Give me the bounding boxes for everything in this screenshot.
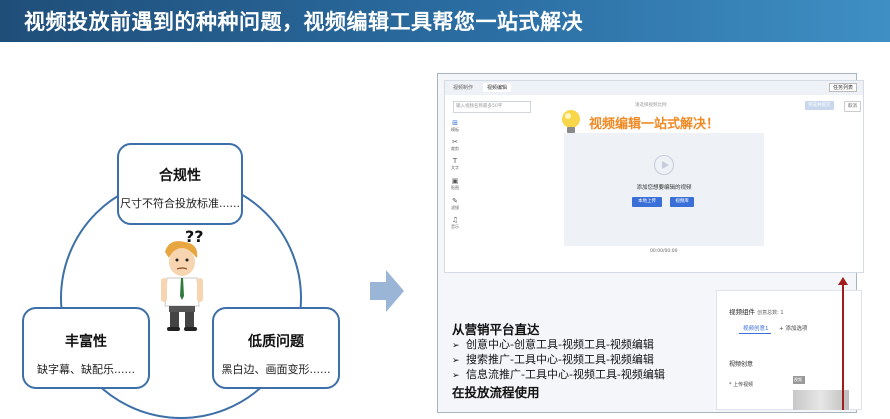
thumb-tag: 视频 bbox=[793, 376, 805, 384]
tab-video-make[interactable]: 视频制作 bbox=[453, 84, 473, 91]
template-icon: ⊞ bbox=[452, 119, 458, 127]
local-upload-button[interactable]: 本地上传 bbox=[632, 197, 662, 207]
video-canvas[interactable]: 添加您想要编辑的视频 本地上传 视频库 bbox=[564, 133, 764, 246]
richness-title: 丰富性 bbox=[65, 334, 107, 350]
confused-person-illustration: ?? bbox=[161, 227, 204, 331]
sticker-tool[interactable]: ▣ 贴图 bbox=[448, 177, 462, 191]
music-label: 音乐 bbox=[451, 224, 459, 229]
canvas-hint: 添加您想要编辑的视频 bbox=[636, 185, 692, 191]
text-label: 文字 bbox=[451, 165, 459, 170]
sticker-label: 贴图 bbox=[451, 185, 459, 190]
low-quality-card: 低质问题 黑白边、画面变形...... bbox=[212, 307, 340, 389]
compliance-desc: 尺寸不符合投放标准...... bbox=[120, 197, 240, 210]
video-thumbnail[interactable] bbox=[793, 390, 849, 410]
scissors-icon: ✂ bbox=[452, 138, 458, 146]
music-icon: ♫ bbox=[451, 216, 459, 224]
tab-creative-1[interactable]: 视频创意1 bbox=[743, 324, 769, 332]
richness-desc: 缺字幕、缺配乐...... bbox=[37, 363, 135, 376]
crop-label: 裁剪 bbox=[451, 146, 459, 151]
creative-section-title: 视频创意 bbox=[729, 361, 754, 368]
path-item-1: ➢ 创意中心-创意工具-视频工具-视频编辑 bbox=[452, 338, 654, 351]
sticker-icon: ▣ bbox=[451, 177, 459, 185]
ratio-select[interactable]: 请选择视频比例 bbox=[635, 102, 667, 108]
low-quality-title: 低质问题 bbox=[248, 334, 304, 350]
text-tool[interactable]: T 文字 bbox=[448, 157, 462, 171]
callout-arrow-head bbox=[838, 277, 848, 285]
right-arrow-icon bbox=[370, 270, 404, 312]
pen-icon: ✎ bbox=[452, 197, 458, 205]
filter-label: 滤镜 bbox=[451, 205, 459, 210]
music-tool[interactable]: ♫ 音乐 bbox=[448, 216, 462, 230]
upload-video-label: * 上传视频 bbox=[729, 382, 754, 388]
richness-card: 丰富性 缺字幕、缺配乐...... bbox=[22, 307, 150, 389]
usage-text-block: 从营销平台直达 ➢ 创意中心-创意工具-视频工具-视频编辑 ➢ 搜索推广-工具中心-… bbox=[452, 322, 665, 401]
component-total: 创意总数: 1 bbox=[757, 310, 784, 316]
video-name-input[interactable]: 输入视频名称最多50字 bbox=[453, 101, 531, 113]
callout-arrow-line bbox=[842, 282, 844, 410]
cancel-button[interactable]: 取消 bbox=[844, 101, 861, 112]
component-title: 视频组件 创意总数: 1 bbox=[729, 308, 784, 316]
video-component-panel: 视频组件 创意总数: 1 视频创意1 + 添加选项 视频创意 * 上传视频 视频 bbox=[716, 290, 862, 410]
crop-tool[interactable]: ✂ 裁剪 bbox=[448, 138, 462, 152]
editor-headline: 视频编辑一站式解决！ bbox=[589, 117, 720, 132]
play-icon[interactable] bbox=[654, 155, 674, 175]
template-label: 模板 bbox=[451, 127, 459, 132]
text-icon: T bbox=[452, 157, 458, 165]
title-banner: 视频投放前遇到的种种问题，视频编辑工具帮您一站式解决 bbox=[0, 0, 890, 42]
tab-video-edit[interactable]: 视频编辑 bbox=[483, 83, 512, 92]
heading-from-platform: 从营销平台直达 bbox=[452, 322, 540, 337]
editor-tabs: 视频制作 视频编辑 任务列表 bbox=[445, 81, 863, 95]
video-editor-window: 视频制作 视频编辑 任务列表 输入视频名称最多50字 请选择视频比例 完成并提交… bbox=[444, 80, 864, 273]
compliance-title: 合规性 bbox=[159, 168, 201, 184]
timecode: 00:00/00:00 bbox=[650, 249, 678, 254]
path-item-2: ➢ 搜索推广-工具中心-视频工具-视频编辑 bbox=[452, 353, 654, 366]
template-tool[interactable]: ⊞ 模板 bbox=[448, 119, 462, 133]
path-item-3: ➢ 信息流推广-工具中心-视频工具-视频编辑 bbox=[452, 368, 665, 381]
lightbulb-icon bbox=[562, 110, 580, 133]
active-tab-underline bbox=[739, 333, 771, 334]
compliance-card: 合规性 尺寸不符合投放标准...... bbox=[117, 143, 243, 225]
filter-tool[interactable]: ✎ 滤镜 bbox=[448, 197, 462, 211]
low-quality-desc: 黑白边、画面变形...... bbox=[221, 363, 331, 376]
task-list-button[interactable]: 任务列表 bbox=[828, 83, 857, 92]
video-library-button[interactable]: 视频库 bbox=[670, 197, 694, 207]
page-title: 视频投放前遇到的种种问题，视频编辑工具帮您一站式解决 bbox=[24, 10, 583, 34]
add-option-button[interactable]: + 添加选项 bbox=[779, 324, 807, 332]
heading-in-flow: 在投放流程使用 bbox=[452, 385, 540, 400]
finish-button[interactable]: 完成并提交 bbox=[805, 101, 834, 110]
